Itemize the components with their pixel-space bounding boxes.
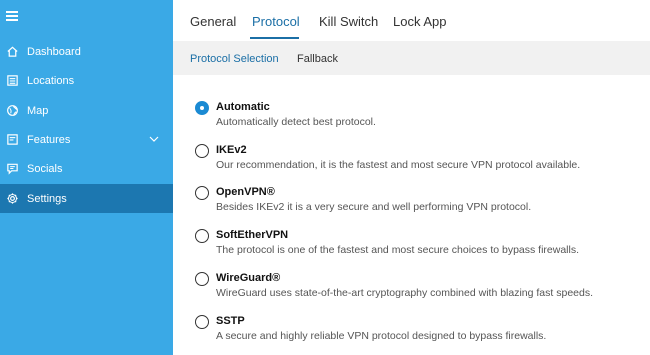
sidebar-item-label: Locations	[27, 74, 75, 87]
radio-button[interactable]	[195, 272, 209, 286]
sidebar-item-label: Map	[27, 104, 49, 117]
sub-tab-bar: Protocol Selection Fallback	[173, 41, 650, 75]
sidebar: Dashboard Locations Map Features Socials…	[0, 0, 173, 355]
sidebar-item-label: Settings	[27, 192, 67, 205]
sidebar-item-label: Features	[27, 133, 71, 146]
option-title: Automatic	[216, 101, 270, 113]
protocol-option-wireguard[interactable]: WireGuard® WireGuard uses state-of-the-a…	[195, 268, 635, 302]
sidebar-item-label: Dashboard	[27, 45, 81, 58]
option-title: SoftEtherVPN	[216, 229, 289, 241]
tab-fallback[interactable]: Fallback	[297, 53, 338, 65]
gear-icon	[5, 192, 19, 206]
tab-lock-app[interactable]: Lock App	[393, 14, 447, 29]
option-title: SSTP	[216, 315, 245, 327]
option-title: WireGuard®	[216, 272, 281, 284]
radio-button[interactable]	[195, 101, 209, 115]
option-description: A secure and highly reliable VPN protoco…	[216, 330, 547, 342]
features-icon	[5, 133, 19, 147]
option-description: Besides IKEv2 it is a very secure and we…	[216, 201, 532, 213]
protocol-option-ikev2[interactable]: IKEv2 Our recommendation, it is the fast…	[195, 140, 635, 174]
chat-icon	[5, 162, 19, 176]
home-icon	[5, 45, 19, 59]
sidebar-item-locations[interactable]: Locations	[0, 66, 173, 95]
option-description: The protocol is one of the fastest and m…	[216, 244, 580, 256]
protocol-option-openvpn[interactable]: OpenVPN® Besides IKEv2 it is a very secu…	[195, 182, 635, 216]
option-description: WireGuard uses state-of-the-art cryptogr…	[216, 287, 594, 299]
radio-button[interactable]	[195, 186, 209, 200]
protocol-option-softethervpn[interactable]: SoftEtherVPN The protocol is one of the …	[195, 225, 635, 259]
option-title: OpenVPN®	[216, 186, 275, 198]
tab-protocol-selection[interactable]: Protocol Selection	[190, 53, 279, 65]
option-description: Our recommendation, it is the fastest an…	[216, 159, 581, 171]
globe-icon	[5, 104, 19, 118]
sidebar-item-dashboard[interactable]: Dashboard	[0, 37, 173, 66]
radio-button[interactable]	[195, 229, 209, 243]
tab-protocol[interactable]: Protocol	[252, 14, 300, 29]
option-description: Automatically detect best protocol.	[216, 116, 376, 128]
tab-kill-switch[interactable]: Kill Switch	[319, 14, 378, 29]
sidebar-item-map[interactable]: Map	[0, 96, 173, 125]
radio-button[interactable]	[195, 144, 209, 158]
top-tab-bar: General Protocol Kill Switch Lock App	[173, 0, 650, 41]
option-title: IKEv2	[216, 144, 247, 156]
sidebar-item-socials[interactable]: Socials	[0, 154, 173, 183]
radio-button[interactable]	[195, 315, 209, 329]
protocol-option-sstp[interactable]: SSTP A secure and highly reliable VPN pr…	[195, 311, 635, 345]
hamburger-menu-icon[interactable]	[6, 11, 18, 21]
active-tab-underline	[250, 37, 299, 39]
sidebar-item-settings[interactable]: Settings	[0, 184, 173, 213]
tab-general[interactable]: General	[190, 14, 236, 29]
list-icon	[5, 74, 19, 88]
sidebar-item-label: Socials	[27, 162, 63, 175]
chevron-down-icon[interactable]	[149, 134, 159, 144]
sidebar-item-features[interactable]: Features	[0, 125, 173, 154]
protocol-option-automatic[interactable]: Automatic Automatically detect best prot…	[195, 97, 635, 131]
